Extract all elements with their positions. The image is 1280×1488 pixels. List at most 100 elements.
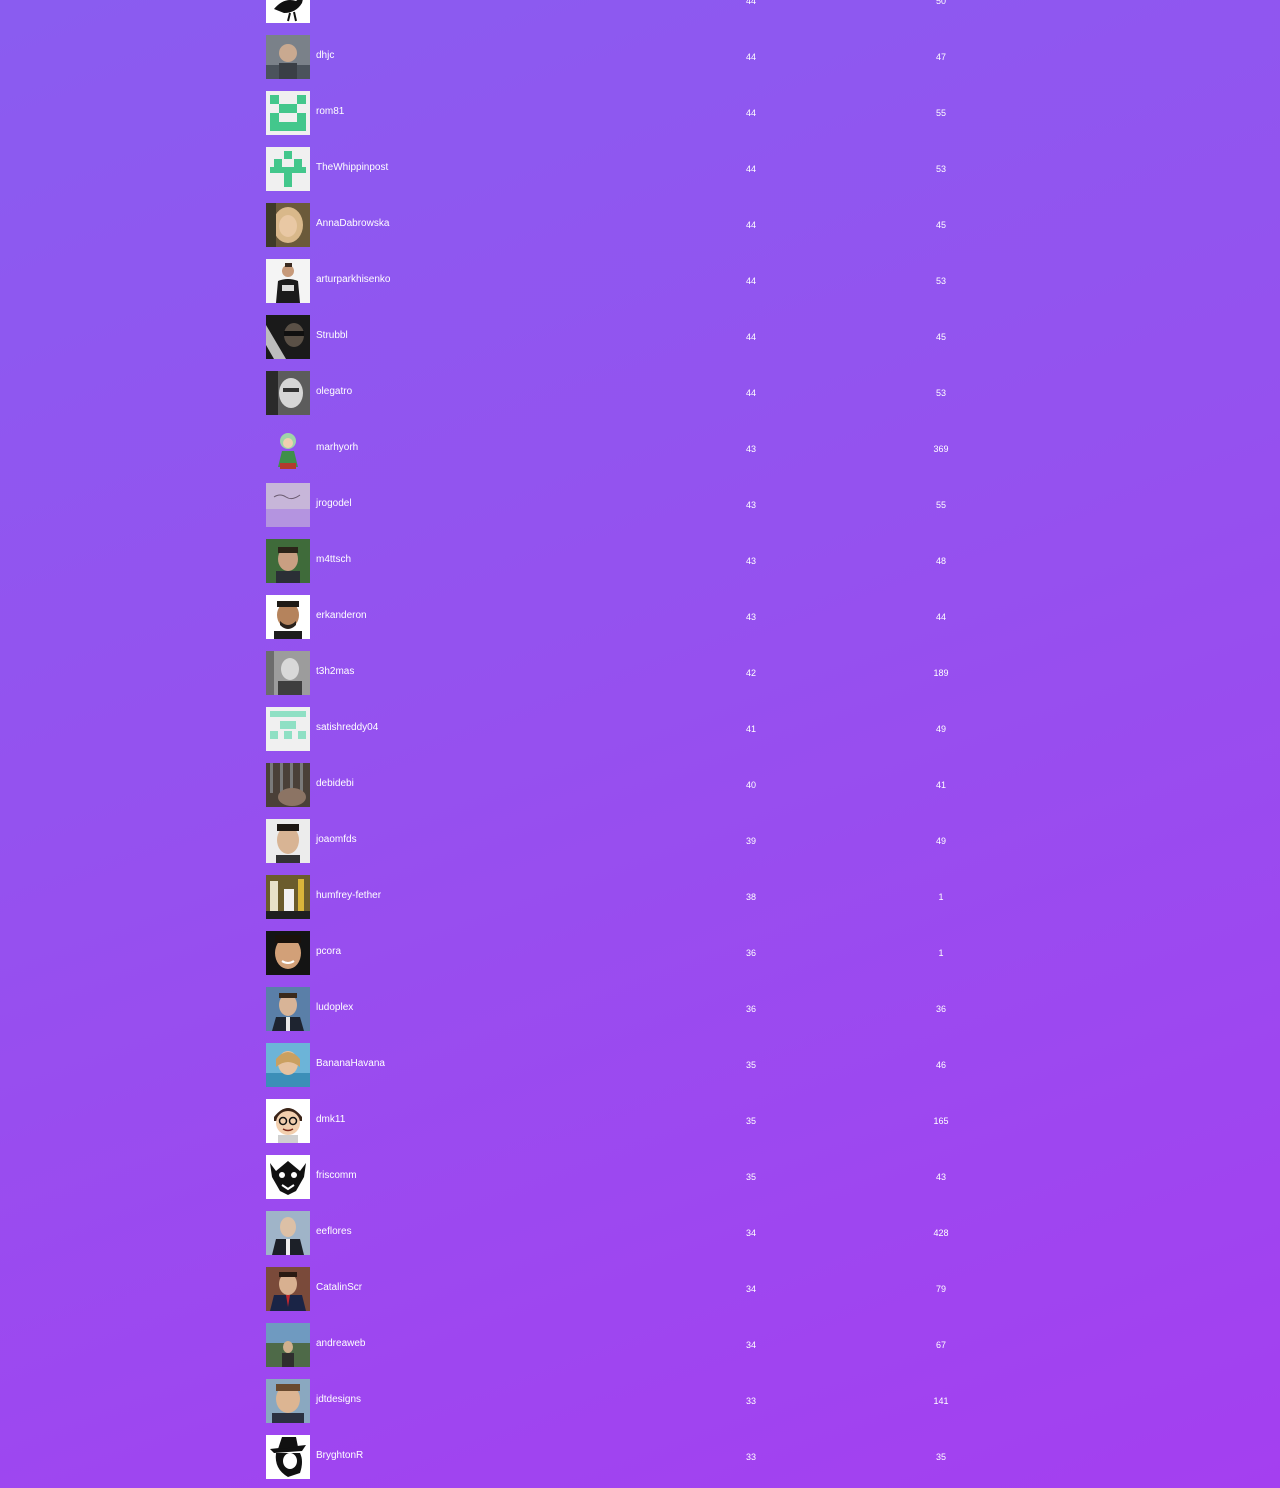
username-link[interactable]: ludoplex — [316, 1002, 353, 1014]
user-avatar[interactable] — [266, 651, 310, 695]
user-avatar[interactable] — [266, 147, 310, 191]
user-avatar[interactable] — [266, 595, 310, 639]
leaderboard-row: TheWhippinpost 44 53 — [0, 144, 1280, 200]
score-value: 43 — [745, 444, 756, 454]
user-avatar[interactable] — [266, 91, 310, 135]
score-value: 33 — [745, 1452, 756, 1462]
total-value: 55 — [935, 108, 946, 118]
username-link[interactable]: dhjc — [316, 50, 334, 62]
total-value: 46 — [935, 1060, 946, 1070]
score-value: 44 — [745, 276, 756, 286]
username-link[interactable]: marhyorh — [316, 442, 358, 454]
username-link[interactable]: humfrey-fether — [316, 890, 381, 902]
total-value: 428 — [933, 1228, 949, 1238]
username-link[interactable]: pcora — [316, 946, 341, 958]
username-link[interactable]: t3h2mas — [316, 666, 354, 678]
total-value: 44 — [935, 612, 946, 622]
total-value: 141 — [933, 1396, 949, 1406]
total-value: 35 — [935, 1452, 946, 1462]
user-avatar[interactable] — [266, 931, 310, 975]
user-avatar[interactable] — [266, 875, 310, 919]
score-value: 43 — [745, 556, 756, 566]
user-avatar[interactable] — [266, 1099, 310, 1143]
leaderboard-row: jrogodel 43 55 — [0, 480, 1280, 536]
username-link[interactable]: rom81 — [316, 106, 344, 118]
user-avatar[interactable] — [266, 1267, 310, 1311]
total-value: 41 — [935, 780, 946, 790]
score-value: 44 — [745, 164, 756, 174]
user-avatar[interactable] — [266, 1435, 310, 1479]
user-avatar[interactable] — [266, 483, 310, 527]
user-avatar[interactable] — [266, 539, 310, 583]
user-avatar[interactable] — [266, 1043, 310, 1087]
score-value: 44 — [745, 0, 756, 6]
leaderboard-list: 44 50 dhjc 44 47 rom81 44 55 TheWhippinp… — [0, 0, 1280, 1488]
total-value: 55 — [935, 500, 946, 510]
user-avatar[interactable] — [266, 763, 310, 807]
leaderboard-row: m4ttsch 43 48 — [0, 536, 1280, 592]
user-avatar[interactable] — [266, 1323, 310, 1367]
score-value: 33 — [745, 1396, 756, 1406]
username-link[interactable]: AnnaDabrowska — [316, 218, 389, 230]
user-avatar[interactable] — [266, 371, 310, 415]
user-avatar[interactable] — [266, 1379, 310, 1423]
username-link[interactable]: jdtdesigns — [316, 1394, 361, 1406]
username-link[interactable]: m4ttsch — [316, 554, 351, 566]
score-value: 35 — [745, 1116, 756, 1126]
total-value: 49 — [935, 724, 946, 734]
username-link[interactable]: dmk11 — [316, 1114, 345, 1126]
user-avatar[interactable] — [266, 0, 310, 23]
total-value: 369 — [933, 444, 949, 454]
leaderboard-row: marhyorh 43 369 — [0, 424, 1280, 480]
leaderboard-row: dhjc 44 47 — [0, 32, 1280, 88]
score-value: 40 — [745, 780, 756, 790]
score-value: 41 — [745, 724, 756, 734]
user-avatar[interactable] — [266, 35, 310, 79]
username-link[interactable]: friscomm — [316, 1170, 357, 1182]
score-value: 44 — [745, 388, 756, 398]
username-link[interactable]: debidebi — [316, 778, 354, 790]
user-avatar[interactable] — [266, 819, 310, 863]
total-value: 36 — [935, 1004, 946, 1014]
username-link[interactable]: BananaHavana — [316, 1058, 385, 1070]
user-avatar[interactable] — [266, 1211, 310, 1255]
total-value: 50 — [935, 0, 946, 6]
leaderboard-row: arturparkhisenko 44 53 — [0, 256, 1280, 312]
total-value: 45 — [935, 220, 946, 230]
leaderboard-row: friscomm 35 43 — [0, 1152, 1280, 1208]
username-link[interactable]: olegatro — [316, 386, 352, 398]
username-link[interactable]: arturparkhisenko — [316, 274, 390, 286]
username-link[interactable]: TheWhippinpost — [316, 162, 388, 174]
user-avatar[interactable] — [266, 987, 310, 1031]
total-value: 79 — [935, 1284, 946, 1294]
leaderboard-row: AnnaDabrowska 44 45 — [0, 200, 1280, 256]
total-value: 53 — [935, 388, 946, 398]
total-value: 67 — [935, 1340, 946, 1350]
user-avatar[interactable] — [266, 203, 310, 247]
username-link[interactable]: eeflores — [316, 1226, 352, 1238]
username-link[interactable]: andreaweb — [316, 1338, 365, 1350]
username-link[interactable]: BryghtonR — [316, 1450, 363, 1462]
username-link[interactable]: jrogodel — [316, 498, 352, 510]
user-avatar[interactable] — [266, 427, 310, 471]
leaderboard-row: t3h2mas 42 189 — [0, 648, 1280, 704]
leaderboard-row: humfrey-fether 38 1 — [0, 872, 1280, 928]
username-link[interactable]: erkanderon — [316, 610, 367, 622]
leaderboard-row: debidebi 40 41 — [0, 760, 1280, 816]
total-value: 53 — [935, 164, 946, 174]
user-avatar[interactable] — [266, 707, 310, 751]
total-value: 1 — [938, 948, 944, 958]
user-avatar[interactable] — [266, 315, 310, 359]
user-avatar[interactable] — [266, 1155, 310, 1199]
leaderboard-row: 44 50 — [0, 0, 1280, 32]
score-value: 44 — [745, 220, 756, 230]
total-value: 49 — [935, 836, 946, 846]
total-value: 47 — [935, 52, 946, 62]
username-link[interactable]: joaomfds — [316, 834, 357, 846]
total-value: 48 — [935, 556, 946, 566]
username-link[interactable]: CatalinScr — [316, 1282, 362, 1294]
username-link[interactable]: satishreddy04 — [316, 722, 378, 734]
leaderboard-row: BryghtonR 33 35 — [0, 1432, 1280, 1488]
user-avatar[interactable] — [266, 259, 310, 303]
username-link[interactable]: Strubbl — [316, 330, 348, 342]
